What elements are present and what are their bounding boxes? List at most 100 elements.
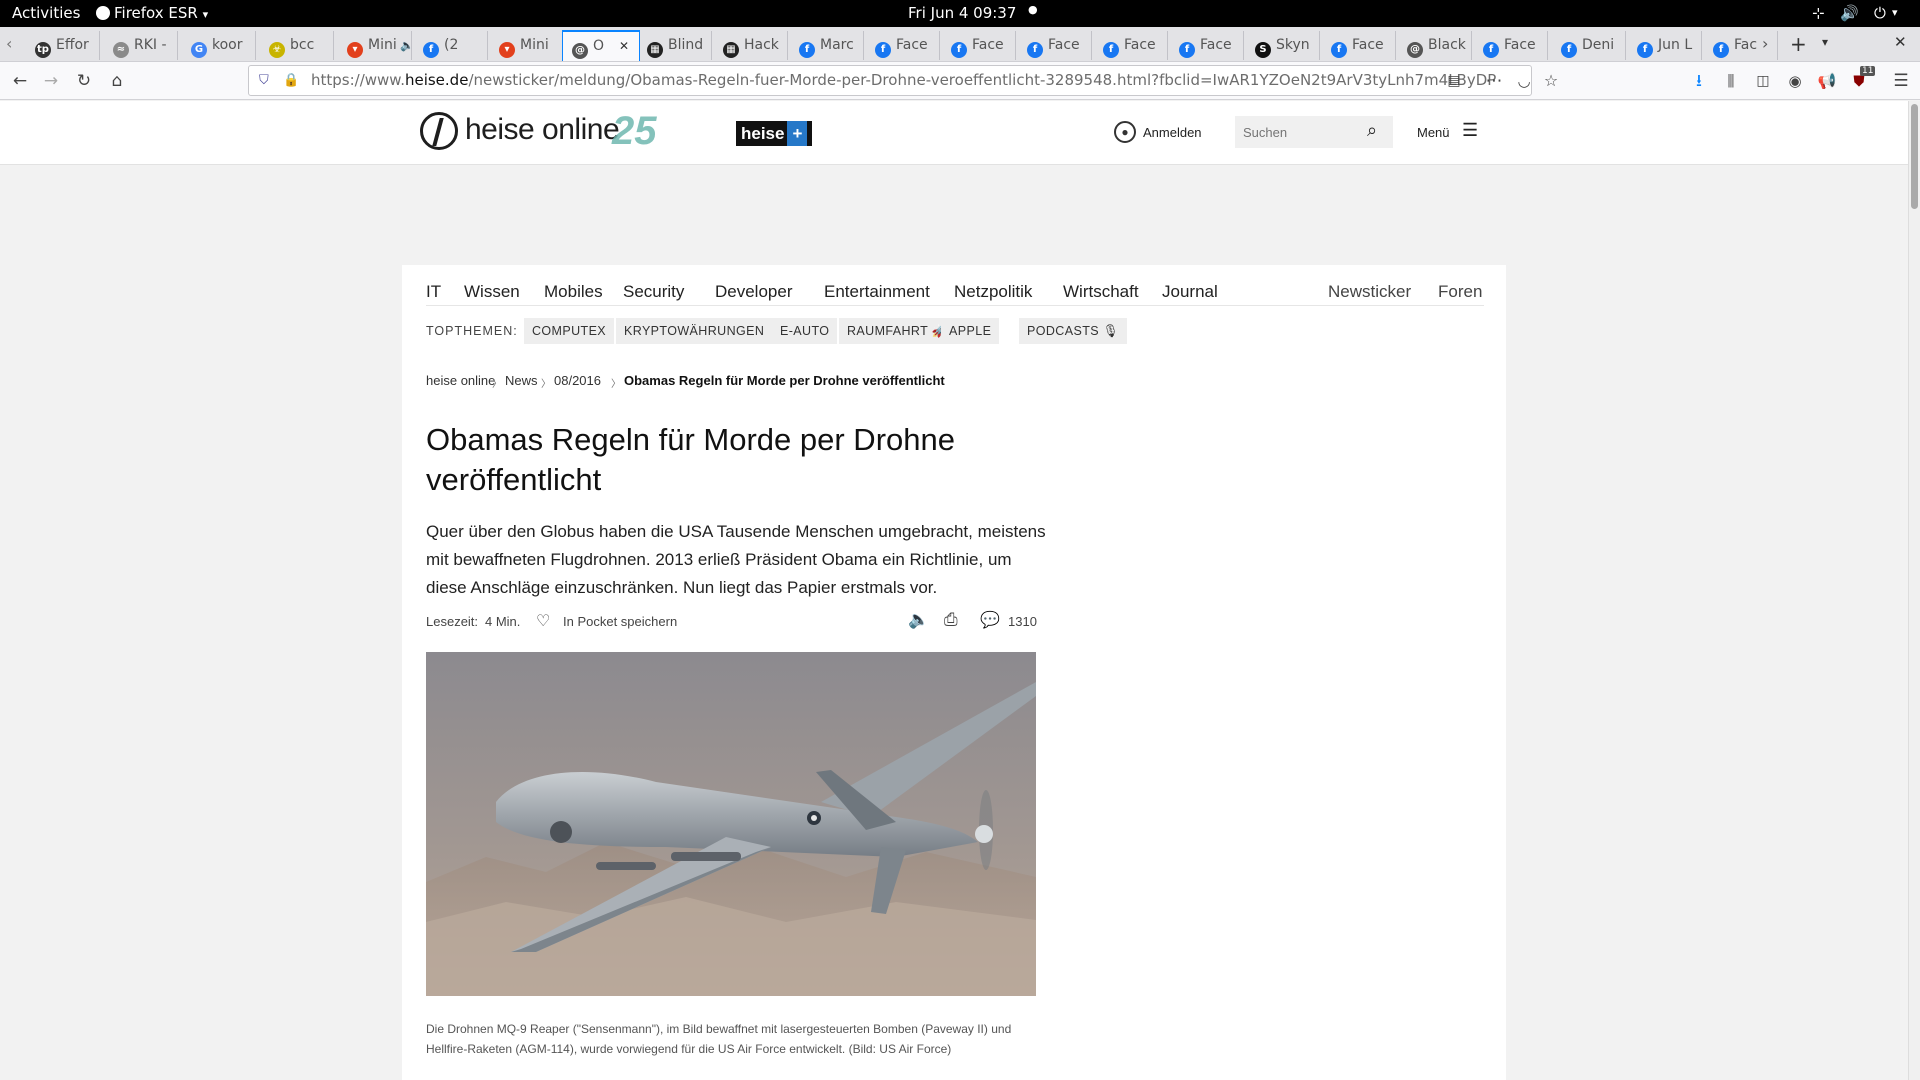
new-tab-icon[interactable]: + xyxy=(1790,32,1807,56)
tab[interactable]: Gkoor xyxy=(182,31,256,60)
menu-button[interactable]: Menü xyxy=(1417,125,1450,140)
read-time-label: Lesezeit: xyxy=(426,614,479,629)
nav-item[interactable]: Wissen xyxy=(464,282,520,302)
tab[interactable]: ▾ Mini xyxy=(490,31,564,60)
downloads-icon[interactable]: ⭳ xyxy=(1688,70,1710,92)
tracking-shield-icon[interactable]: ⛉ xyxy=(259,66,269,95)
tab[interactable]: f Face xyxy=(1474,31,1548,60)
extension-megaphone-icon[interactable]: 📢 xyxy=(1816,70,1838,92)
tab-label: Deni xyxy=(1582,37,1615,53)
forward-icon[interactable]: → xyxy=(40,70,62,92)
clock[interactable]: Fri Jun 4 09:37 xyxy=(908,4,1016,22)
topthema-chip[interactable]: RAUMFAHRT 🚀 xyxy=(839,318,956,344)
nav-item[interactable]: Entertainment xyxy=(824,282,930,302)
tab[interactable]: f Face xyxy=(866,31,940,60)
breadcrumb-link[interactable]: News xyxy=(505,373,538,388)
sidebar-icon[interactable]: ◫ xyxy=(1752,70,1774,92)
activities-button[interactable]: Activities xyxy=(12,4,80,22)
tab[interactable]: @ Black xyxy=(1398,31,1472,60)
tab[interactable]: ☣ bcc xyxy=(260,31,334,60)
user-icon[interactable]: ● xyxy=(1114,121,1136,143)
pocket-save-link[interactable]: In Pocket speichern xyxy=(563,614,677,629)
hamburger-menu-icon[interactable]: ☰ xyxy=(1890,70,1912,92)
scroll-tabs-right-icon[interactable]: › xyxy=(1762,34,1768,53)
page-scrollbar[interactable] xyxy=(1908,101,1920,1080)
tab-audio-icon[interactable]: 🔈 xyxy=(397,39,411,52)
list-all-tabs-icon[interactable]: ▾ xyxy=(1822,35,1828,49)
comment-count[interactable]: 1310 xyxy=(1008,614,1037,629)
tab[interactable]: ▦ Blind xyxy=(638,31,712,60)
article-hero-image[interactable] xyxy=(426,652,1036,996)
lock-icon[interactable]: 🔒 xyxy=(283,66,299,95)
library-icon[interactable]: ⫼ xyxy=(1720,70,1742,92)
pocket-icon[interactable]: ◡ xyxy=(1513,70,1535,92)
nav-item[interactable]: Wirtschaft xyxy=(1063,282,1139,302)
bookmark-star-icon[interactable]: ☆ xyxy=(1540,70,1562,92)
tab[interactable]: f Face xyxy=(1322,31,1396,60)
pocket-save-icon[interactable]: ♡ xyxy=(536,611,550,631)
login-link[interactable]: Anmelden xyxy=(1143,125,1202,140)
breadcrumb-link[interactable]: heise online xyxy=(426,373,495,388)
page-actions-icon[interactable]: ⋯ xyxy=(1483,70,1505,92)
nav-item[interactable]: Mobiles xyxy=(544,282,603,302)
reader-view-icon[interactable]: ▤ xyxy=(1443,70,1465,92)
tab[interactable]: f Face xyxy=(1094,31,1168,60)
site-logo-text[interactable]: heise online xyxy=(465,113,620,147)
topthema-chip[interactable]: KRYPTOWÄHRUNGEN xyxy=(616,318,773,344)
tab[interactable]: @ O ✕ xyxy=(562,30,640,61)
close-window-icon[interactable]: ✕ xyxy=(1894,33,1907,51)
topthema-chip[interactable]: PODCASTS 🎙 xyxy=(1019,318,1128,344)
tab[interactable]: f Deni xyxy=(1552,31,1626,60)
heise-logo-icon[interactable] xyxy=(420,112,458,150)
scrollbar-thumb[interactable] xyxy=(1911,104,1918,209)
back-icon[interactable]: ← xyxy=(9,70,31,92)
tab[interactable]: f Face xyxy=(1170,31,1244,60)
comment-icon[interactable]: 💬 xyxy=(980,610,1000,630)
tab[interactable]: f Face xyxy=(942,31,1016,60)
site-search-input[interactable] xyxy=(1235,116,1360,148)
tab-label: Marc xyxy=(820,37,854,53)
search-icon[interactable]: ⌕ xyxy=(1367,120,1377,141)
tab[interactable]: S Skyn xyxy=(1246,31,1320,60)
nav-item[interactable]: Security xyxy=(623,282,684,302)
nav-item[interactable]: Netzpolitik xyxy=(954,282,1032,302)
scroll-tabs-left-icon[interactable]: ‹ xyxy=(6,34,12,53)
tab[interactable]: tp Effor xyxy=(26,31,100,60)
addon-badge: 11 xyxy=(1860,66,1876,76)
tab-label: Face xyxy=(1048,37,1080,53)
breadcrumb-link[interactable]: 08/2016 xyxy=(554,373,601,388)
nav-item[interactable]: Journal xyxy=(1162,282,1218,302)
site-search-field[interactable]: ⌕ xyxy=(1235,116,1393,148)
tab-label: Jun L xyxy=(1658,37,1693,53)
menu-lines-icon[interactable]: ☰ xyxy=(1462,120,1478,141)
tab[interactable]: f (2 xyxy=(414,31,488,60)
image-caption: Die Drohnen MQ-9 Reaper ("Sensenmann"), … xyxy=(426,1022,1012,1056)
system-menu-chevron-icon[interactable]: ▾ xyxy=(1892,6,1898,19)
tab[interactable]: ▾ Mini 🔈 xyxy=(338,31,412,60)
nav-right-item[interactable]: Newsticker xyxy=(1328,282,1411,302)
read-aloud-icon[interactable]: 🔈 xyxy=(908,610,929,630)
tab[interactable]: f Marc xyxy=(790,31,864,60)
nav-item[interactable]: IT xyxy=(426,282,441,302)
url-bar[interactable]: ⛉ 🔒 https://www.heise.de/newsticker/meld… xyxy=(248,65,1532,96)
nav-item[interactable]: Developer xyxy=(715,282,793,302)
tab[interactable]: ≈ RKI - xyxy=(104,31,178,60)
close-tab-icon[interactable]: ✕ xyxy=(619,32,629,61)
power-icon[interactable]: ⏻ xyxy=(1874,4,1886,22)
tab[interactable]: f Face xyxy=(1018,31,1092,60)
account-icon[interactable]: ◉ xyxy=(1784,70,1806,92)
tab[interactable]: f Jun L xyxy=(1628,31,1702,60)
network-icon[interactable]: ⊹ xyxy=(1812,4,1825,22)
home-icon[interactable]: ⌂ xyxy=(106,70,128,92)
tab-label: Face xyxy=(1200,37,1232,53)
heise-plus-logo[interactable]: heise + xyxy=(736,121,813,146)
app-menu[interactable]: Firefox ESR ▾ xyxy=(96,4,208,22)
tab[interactable]: ▦ Hack xyxy=(714,31,788,60)
volume-icon[interactable]: 🔊 xyxy=(1840,4,1859,22)
reload-icon[interactable]: ↻ xyxy=(73,70,95,92)
topthema-chip[interactable]: APPLE xyxy=(941,318,1000,344)
topthema-chip[interactable]: E-AUTO xyxy=(772,318,838,344)
print-icon[interactable]: ⎙ xyxy=(944,610,958,630)
nav-right-item[interactable]: Foren xyxy=(1438,282,1482,302)
topthema-chip[interactable]: COMPUTEX xyxy=(524,318,615,344)
